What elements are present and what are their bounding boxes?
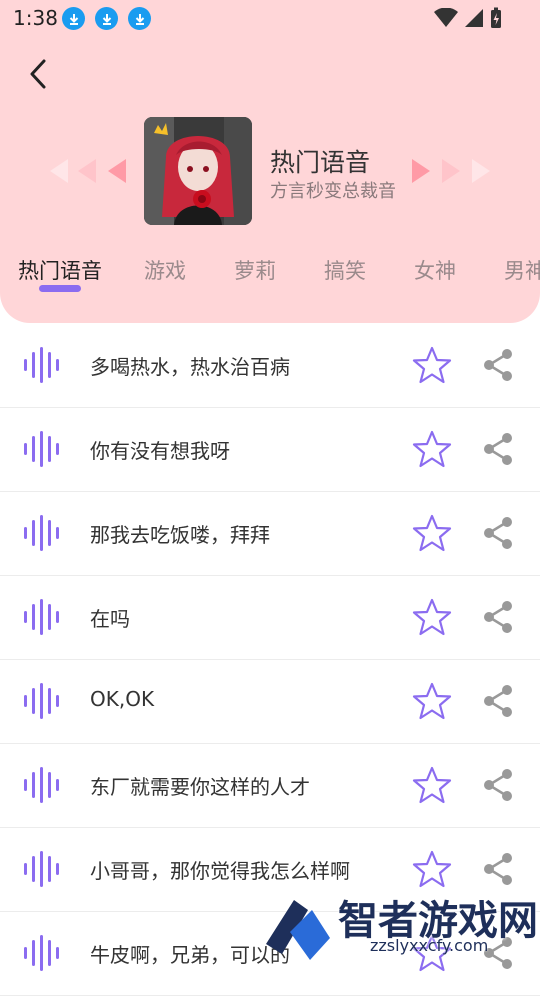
watermark-url: zzslyxxcfy.com (370, 936, 489, 955)
voice-text: OK,OK (90, 687, 155, 711)
active-tab-indicator (39, 285, 81, 292)
status-bar: 1:38 (0, 0, 540, 36)
voice-row[interactable]: 东厂就需要你这样的人才 (0, 743, 540, 828)
left-arrows-decoration (50, 159, 126, 183)
anime-avatar-image (144, 117, 252, 225)
favorite-star-icon[interactable] (412, 429, 452, 469)
back-button[interactable] (22, 55, 56, 93)
voice-wave-icon[interactable] (22, 767, 62, 803)
voice-text: 你有没有想我呀 (90, 439, 230, 463)
album-subtitle: 方言秒变总裁音 (270, 181, 396, 202)
voice-row[interactable]: 多喝热水，热水治百病 (0, 323, 540, 408)
voice-wave-icon[interactable] (22, 431, 62, 467)
album-title: 热门语音 (270, 148, 371, 177)
share-icon[interactable] (480, 599, 516, 635)
favorite-star-icon[interactable] (412, 597, 452, 637)
voice-wave-icon[interactable] (22, 935, 62, 971)
voice-wave-icon[interactable] (22, 515, 62, 551)
voice-text: 东厂就需要你这样的人才 (90, 775, 310, 799)
voice-wave-icon[interactable] (22, 599, 62, 635)
download-icon (95, 7, 118, 30)
tab-games[interactable]: 游戏 (144, 255, 186, 285)
wifi-icon (434, 8, 458, 27)
voice-wave-icon[interactable] (22, 347, 62, 383)
voice-row[interactable]: 在吗 (0, 575, 540, 660)
tab-funny[interactable]: 搞笑 (324, 255, 366, 285)
share-icon[interactable] (480, 515, 516, 551)
voice-wave-icon[interactable] (22, 683, 62, 719)
share-icon[interactable] (480, 431, 516, 467)
signal-icon (465, 9, 483, 27)
tab-goddess[interactable]: 女神 (414, 255, 456, 285)
status-icons (434, 6, 502, 30)
album-cover (144, 117, 252, 225)
voice-wave-icon[interactable] (22, 851, 62, 887)
header-panel: 1:38 热门语音 方言秒变总裁音 热门语音 游戏 萝莉 搞笑 女神 男神 (0, 0, 540, 323)
voice-row[interactable]: 那我去吃饭喽，拜拜 (0, 491, 540, 576)
favorite-star-icon[interactable] (412, 681, 452, 721)
favorite-star-icon[interactable] (412, 849, 452, 889)
site-watermark: 智者游戏网 zzslyxxcfy.com (260, 888, 540, 960)
voice-text: 那我去吃饭喽，拜拜 (90, 523, 270, 547)
voice-row[interactable]: 你有没有想我呀 (0, 407, 540, 492)
share-icon[interactable] (480, 683, 516, 719)
tab-hot-voice[interactable]: 热门语音 (18, 255, 102, 285)
tab-male-god[interactable]: 男神 (504, 255, 540, 285)
status-time: 1:38 (13, 6, 58, 30)
voice-row[interactable]: OK,OK (0, 659, 540, 744)
category-tabs: 热门语音 游戏 萝莉 搞笑 女神 男神 (0, 250, 540, 290)
voice-text: 在吗 (90, 607, 130, 631)
voice-text: 小哥哥，那你觉得我怎么样啊 (90, 859, 350, 883)
watermark-logo (266, 900, 330, 960)
chevron-left-icon (30, 59, 46, 89)
share-icon[interactable] (480, 347, 516, 383)
voice-text: 多喝热水，热水治百病 (90, 355, 290, 379)
share-icon[interactable] (480, 767, 516, 803)
share-icon[interactable] (480, 851, 516, 887)
favorite-star-icon[interactable] (412, 513, 452, 553)
download-icon (62, 7, 85, 30)
favorite-star-icon[interactable] (412, 345, 452, 385)
battery-charging-icon (491, 7, 501, 28)
download-icon (128, 7, 151, 30)
favorite-star-icon[interactable] (412, 765, 452, 805)
tab-loli[interactable]: 萝莉 (234, 255, 276, 285)
right-arrows-decoration (412, 159, 490, 183)
